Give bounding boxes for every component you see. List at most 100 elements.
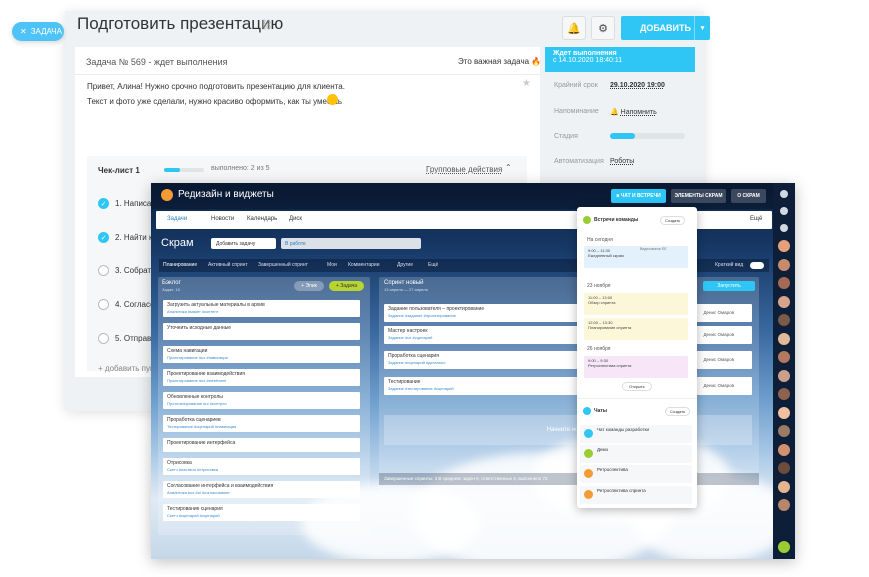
chat-name: Ретроспектива спринта: [597, 488, 646, 493]
close-icon[interactable]: ✕: [20, 27, 27, 36]
checklist-item[interactable]: ✓ 1. Написать: [98, 198, 159, 209]
user-avatar[interactable]: [778, 295, 790, 308]
reminder-value[interactable]: 🔔 Напомнить: [610, 108, 657, 116]
chevron-down-icon[interactable]: ▾: [694, 16, 710, 40]
user-avatar[interactable]: [778, 425, 790, 437]
tab-calendar[interactable]: Календарь: [247, 216, 277, 222]
backlog-card[interactable]: Проектирование взаимодействия Проектирова…: [163, 369, 360, 386]
check-icon[interactable]: ✓: [98, 232, 109, 243]
checklist-item[interactable]: 4. Согласо: [98, 299, 155, 310]
user-avatar[interactable]: [778, 314, 790, 326]
backlog-card[interactable]: Проектирование интерфейса: [163, 438, 360, 452]
tab-news[interactable]: Новости: [211, 216, 234, 222]
user-avatar[interactable]: [778, 277, 790, 289]
gear-icon[interactable]: [780, 190, 788, 198]
event-item[interactable]: 9:00 – 9:30 Ретроспектива спринта: [584, 356, 688, 378]
about-scrum-button[interactable]: О СКРАМ: [731, 189, 766, 203]
chat-item[interactable]: Чат команды разработки: [580, 425, 692, 443]
user-avatar[interactable]: [778, 480, 790, 493]
scrum-elements-button[interactable]: ЭЛЕМЕНТЫ СКРАМ: [671, 189, 726, 203]
settings-button[interactable]: ⚙: [591, 16, 615, 40]
checklist-item[interactable]: ✓ 2. Найти ка: [98, 232, 157, 243]
chat-name: Ретроспектива: [597, 467, 628, 472]
filter-comments[interactable]: Комментарии: [348, 262, 380, 268]
search-icon[interactable]: [780, 224, 788, 232]
create-chat-button[interactable]: Создать: [665, 407, 691, 416]
tab-active-sprint[interactable]: Активный спринт: [208, 262, 248, 268]
filter-mine[interactable]: Мои: [327, 262, 337, 268]
deadline-value[interactable]: 29.10.2020 19:00: [610, 82, 665, 89]
start-sprint-button[interactable]: Запустить: [703, 281, 755, 291]
unchecked-circle-icon[interactable]: [98, 265, 109, 276]
backlog-card[interactable]: Обновленные контролы Прототипирование #ui…: [163, 392, 360, 409]
add-button[interactable]: ДОБАВИТЬ ▾: [621, 16, 710, 40]
flame-icon: 🔥: [531, 57, 542, 66]
tab-tasks[interactable]: Задачи: [167, 216, 187, 222]
user-avatar[interactable]: [778, 406, 790, 419]
star-icon[interactable]: ★: [522, 78, 531, 89]
task-description-line2: Текст и фото уже сделали, нужно красиво …: [87, 97, 343, 106]
event-item[interactable]: 11:00 – 13:00 Обзор спринта: [584, 293, 688, 315]
assignee-name: Денис Омаров: [703, 332, 734, 337]
tab-more[interactable]: Ещё: [750, 216, 762, 222]
card-title: Схема навигации: [167, 348, 208, 354]
user-avatar[interactable]: [778, 369, 790, 382]
backlog-card[interactable]: Схема навигации Проектирование #ux #навиг…: [163, 346, 360, 363]
chat-item[interactable]: Ретроспектива: [580, 465, 692, 483]
avatar[interactable]: [161, 189, 173, 201]
filter-other[interactable]: Другие: [397, 262, 413, 268]
completed-sprints-row[interactable]: Завершенные спринты: 3 В среднем: задач …: [379, 473, 759, 485]
bell-button[interactable]: 🔔: [562, 16, 586, 40]
card-title: Уточнить исходные данные: [167, 325, 231, 331]
user-avatar[interactable]: [778, 240, 790, 252]
open-calendar-button[interactable]: Открыть: [622, 382, 652, 391]
tab-planning[interactable]: Планирование: [163, 262, 197, 268]
card-tags: Скетч #сценарий #сценарий: [167, 513, 220, 518]
event-item[interactable]: 9:00 – 11:30 Ежедневный скрам: [584, 246, 688, 268]
backlog-card[interactable]: Уточнить исходные данные: [163, 323, 360, 340]
backlog-card[interactable]: Отрисовка Скетч #наствоя #отрисовка: [163, 458, 360, 475]
backlog-card[interactable]: Тестирование сценария Скетч #сценарий #сц…: [163, 504, 360, 521]
add-epic-button[interactable]: + Эпик: [294, 281, 324, 291]
phone-icon[interactable]: [778, 541, 790, 553]
user-avatar[interactable]: [778, 351, 790, 363]
filter-input[interactable]: В работе: [281, 238, 421, 249]
check-icon[interactable]: ✓: [98, 198, 109, 209]
important-toggle[interactable]: Это важная задача 🔥: [458, 57, 541, 66]
chat-item[interactable]: Ретроспектива спринта: [580, 486, 692, 504]
backlog-card[interactable]: Проработка сценариев Тестирование #сценар…: [163, 415, 360, 432]
user-avatar[interactable]: [778, 443, 790, 456]
user-avatar[interactable]: [778, 332, 790, 345]
user-avatar[interactable]: [778, 462, 790, 474]
add-task-small-button[interactable]: + Задача: [329, 281, 364, 291]
create-meeting-button[interactable]: Создать: [660, 216, 686, 225]
backlog-card[interactable]: Согласование интерфейса и взаимодействия…: [163, 481, 360, 498]
unchecked-circle-icon[interactable]: [98, 299, 109, 310]
tab-drive[interactable]: Диск: [289, 216, 302, 222]
chat-avatar-icon: [584, 469, 593, 478]
event-name: Планирование спринта: [588, 325, 632, 330]
bell-icon[interactable]: [780, 207, 788, 215]
user-avatar[interactable]: [778, 258, 790, 271]
checklist-item[interactable]: 5. Отправ: [98, 333, 151, 344]
stage-progress[interactable]: [610, 133, 685, 139]
automation-link[interactable]: Роботы: [610, 158, 634, 165]
event-item[interactable]: 12:00 – 13:30 Планирование спринта: [584, 318, 688, 340]
chevron-up-icon[interactable]: ⌃: [505, 163, 512, 172]
chat-item[interactable]: Демо: [580, 445, 692, 463]
backlog-card[interactable]: Загрузить актуальные материалы в архив Ан…: [163, 300, 360, 317]
card-title: Проектирование взаимодействия: [167, 371, 245, 377]
chat-meetings-button[interactable]: ■ ЧАТ И ВСТРЕЧИ: [611, 189, 666, 203]
user-avatar[interactable]: [778, 388, 790, 400]
tab-completed-sprint[interactable]: Завершенный спринт: [258, 262, 308, 268]
card-title: Обновленные контролы: [167, 394, 223, 400]
compact-view-toggle[interactable]: [750, 262, 764, 269]
task-tab[interactable]: ✕ ЗАДАЧА: [12, 22, 64, 41]
unchecked-circle-icon[interactable]: [98, 333, 109, 344]
user-avatar[interactable]: [778, 499, 790, 511]
link-icon[interactable]: ⛓: [260, 20, 273, 31]
filter-more[interactable]: Ещё: [428, 262, 438, 268]
group-actions-link[interactable]: Групповые действия: [426, 165, 502, 174]
checklist-item[interactable]: 3. Собрать: [98, 265, 155, 276]
add-task-button[interactable]: Добавить задачу: [211, 238, 276, 249]
